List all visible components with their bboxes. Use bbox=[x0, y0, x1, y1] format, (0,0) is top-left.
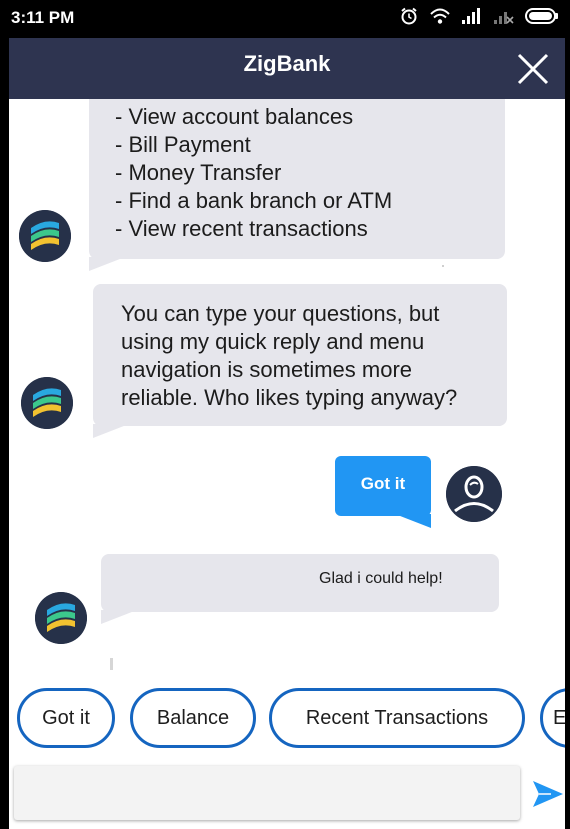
bot-message-bubble: Glad i could help! bbox=[101, 554, 499, 624]
chat-log[interactable]: - View account balances - Bill Payment -… bbox=[9, 99, 565, 679]
user-message-bubble: Got it bbox=[335, 456, 431, 528]
quick-reply-more[interactable]: E bbox=[540, 688, 565, 748]
message-line: - View recent transactions bbox=[115, 216, 368, 241]
divider bbox=[442, 265, 444, 267]
app-frame: 3:11 PM ZigBank - View account balances … bbox=[9, 0, 565, 829]
quick-replies[interactable]: Got it Balance Recent Transactions E bbox=[9, 684, 565, 752]
battery-icon bbox=[525, 6, 559, 31]
alarm-icon bbox=[399, 6, 419, 31]
quick-reply-balance[interactable]: Balance bbox=[130, 688, 256, 748]
close-button[interactable] bbox=[515, 51, 551, 87]
user-icon bbox=[446, 466, 502, 522]
bot-avatar bbox=[21, 377, 73, 429]
message-line: - Bill Payment bbox=[115, 132, 251, 157]
message-line: - View account balances bbox=[115, 104, 354, 129]
send-button[interactable] bbox=[531, 777, 565, 811]
bot-logo-icon bbox=[19, 210, 71, 262]
message-line: navigation is sometimes more bbox=[121, 357, 413, 382]
signal-icon bbox=[461, 6, 483, 31]
message-line: - Find a bank branch or ATM bbox=[115, 188, 393, 213]
wifi-icon bbox=[429, 6, 451, 31]
composer bbox=[9, 752, 565, 829]
status-icons bbox=[399, 6, 559, 31]
bot-message-bubble: - View account balances - Bill Payment -… bbox=[89, 99, 505, 271]
bot-logo-icon bbox=[21, 377, 73, 429]
message-line: - Money Transfer bbox=[115, 160, 282, 185]
status-time: 3:11 PM bbox=[11, 8, 75, 27]
message-line: reliable. Who likes typing anyway? bbox=[121, 385, 458, 410]
close-icon bbox=[517, 53, 549, 85]
user-avatar bbox=[446, 466, 502, 522]
bot-message-bubble: You can type your questions, but using m… bbox=[93, 284, 507, 438]
quick-reply-got-it[interactable]: Got it bbox=[17, 688, 115, 748]
typing-indicator bbox=[110, 658, 113, 670]
bot-avatar bbox=[19, 210, 71, 262]
app-title: ZigBank bbox=[243, 51, 331, 76]
no-signal-icon bbox=[493, 6, 515, 31]
bot-logo-icon bbox=[35, 592, 87, 644]
message-input[interactable] bbox=[14, 766, 520, 820]
status-bar: 3:11 PM bbox=[9, 0, 565, 38]
quick-reply-recent-transactions[interactable]: Recent Transactions bbox=[269, 688, 525, 748]
message-line: You can type your questions, but bbox=[121, 301, 440, 326]
send-icon bbox=[533, 781, 563, 807]
app-header: ZigBank bbox=[9, 38, 565, 99]
message-line: using my quick reply and menu bbox=[121, 329, 425, 354]
bot-avatar bbox=[35, 592, 87, 644]
